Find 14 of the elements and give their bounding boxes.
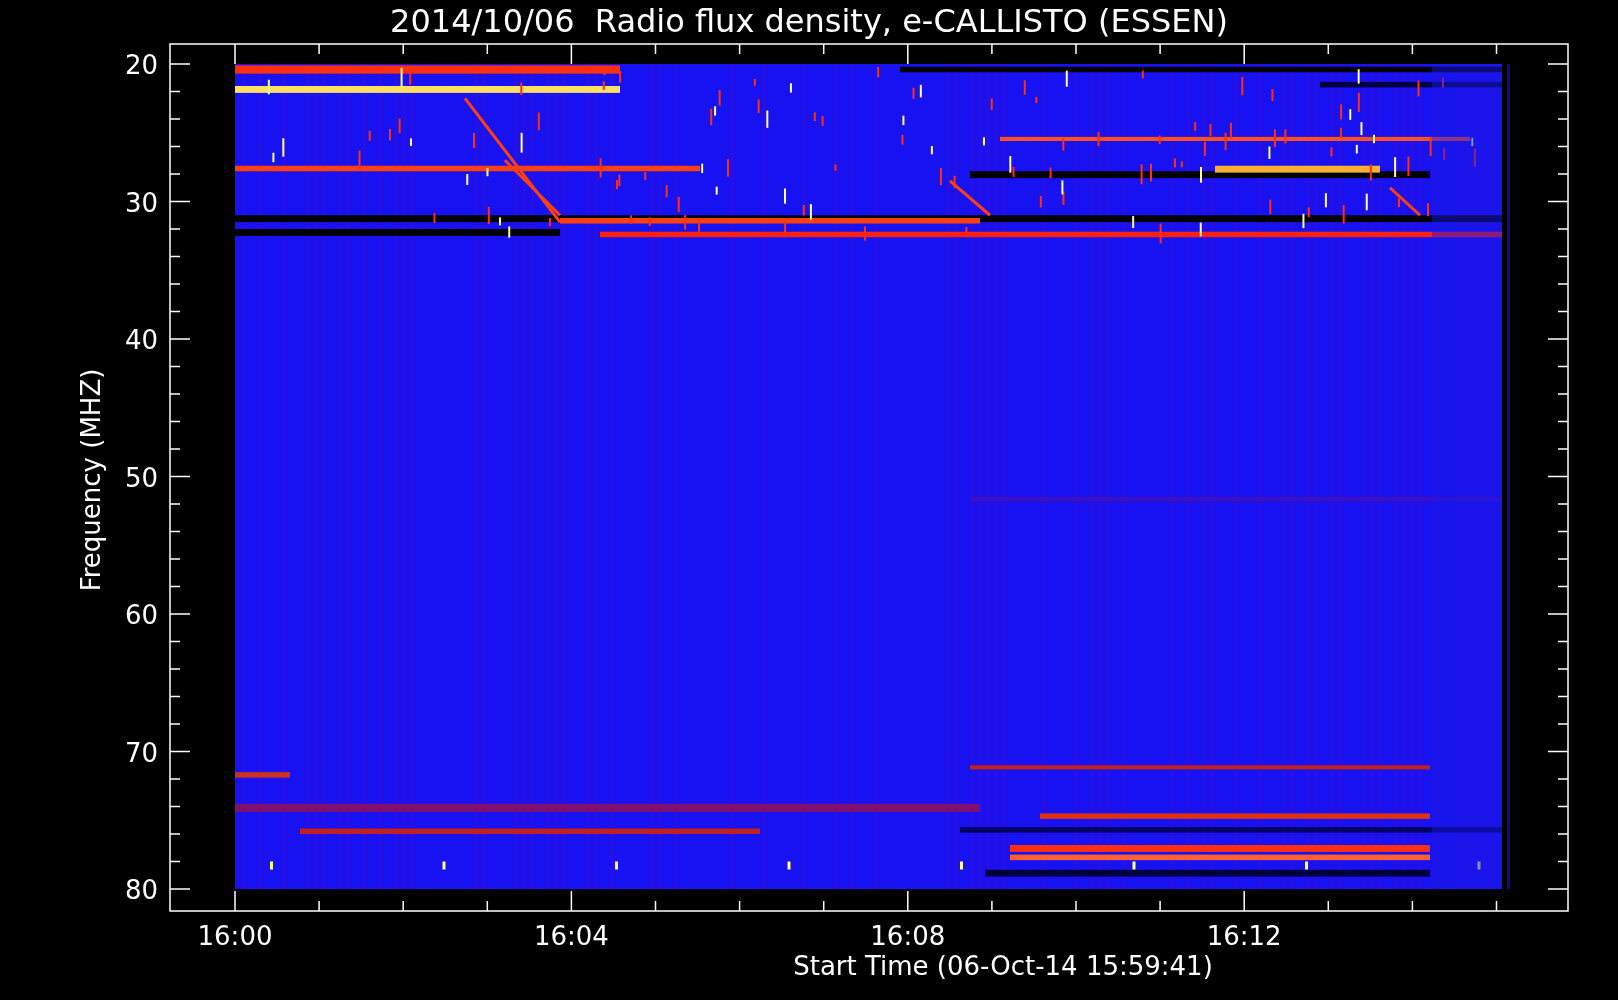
- y-tick-label: 30: [124, 187, 158, 218]
- y-tick-label: 60: [124, 600, 158, 630]
- x-tick-label: 16:04: [533, 921, 609, 951]
- y-tick-label: 50: [124, 462, 158, 493]
- chart-title: 2014/10/06 Radio flux density, e-CALLISTO (ESSEN): [390, 2, 1228, 40]
- y-tick-label: 70: [124, 737, 158, 768]
- x-tick-label: 16:00: [197, 921, 273, 951]
- y-tick-label: 80: [124, 875, 158, 905]
- x-axis-label: Start Time (06-Oct-14 15:59:41): [793, 951, 1213, 981]
- x-tick-label: 16:08: [870, 921, 946, 951]
- y-axis-label: Frequency (MHZ): [76, 368, 106, 592]
- x-tick-label: 16:12: [1206, 921, 1282, 951]
- y-tick-label: 20: [124, 50, 158, 80]
- y-tick-label: 40: [124, 325, 158, 355]
